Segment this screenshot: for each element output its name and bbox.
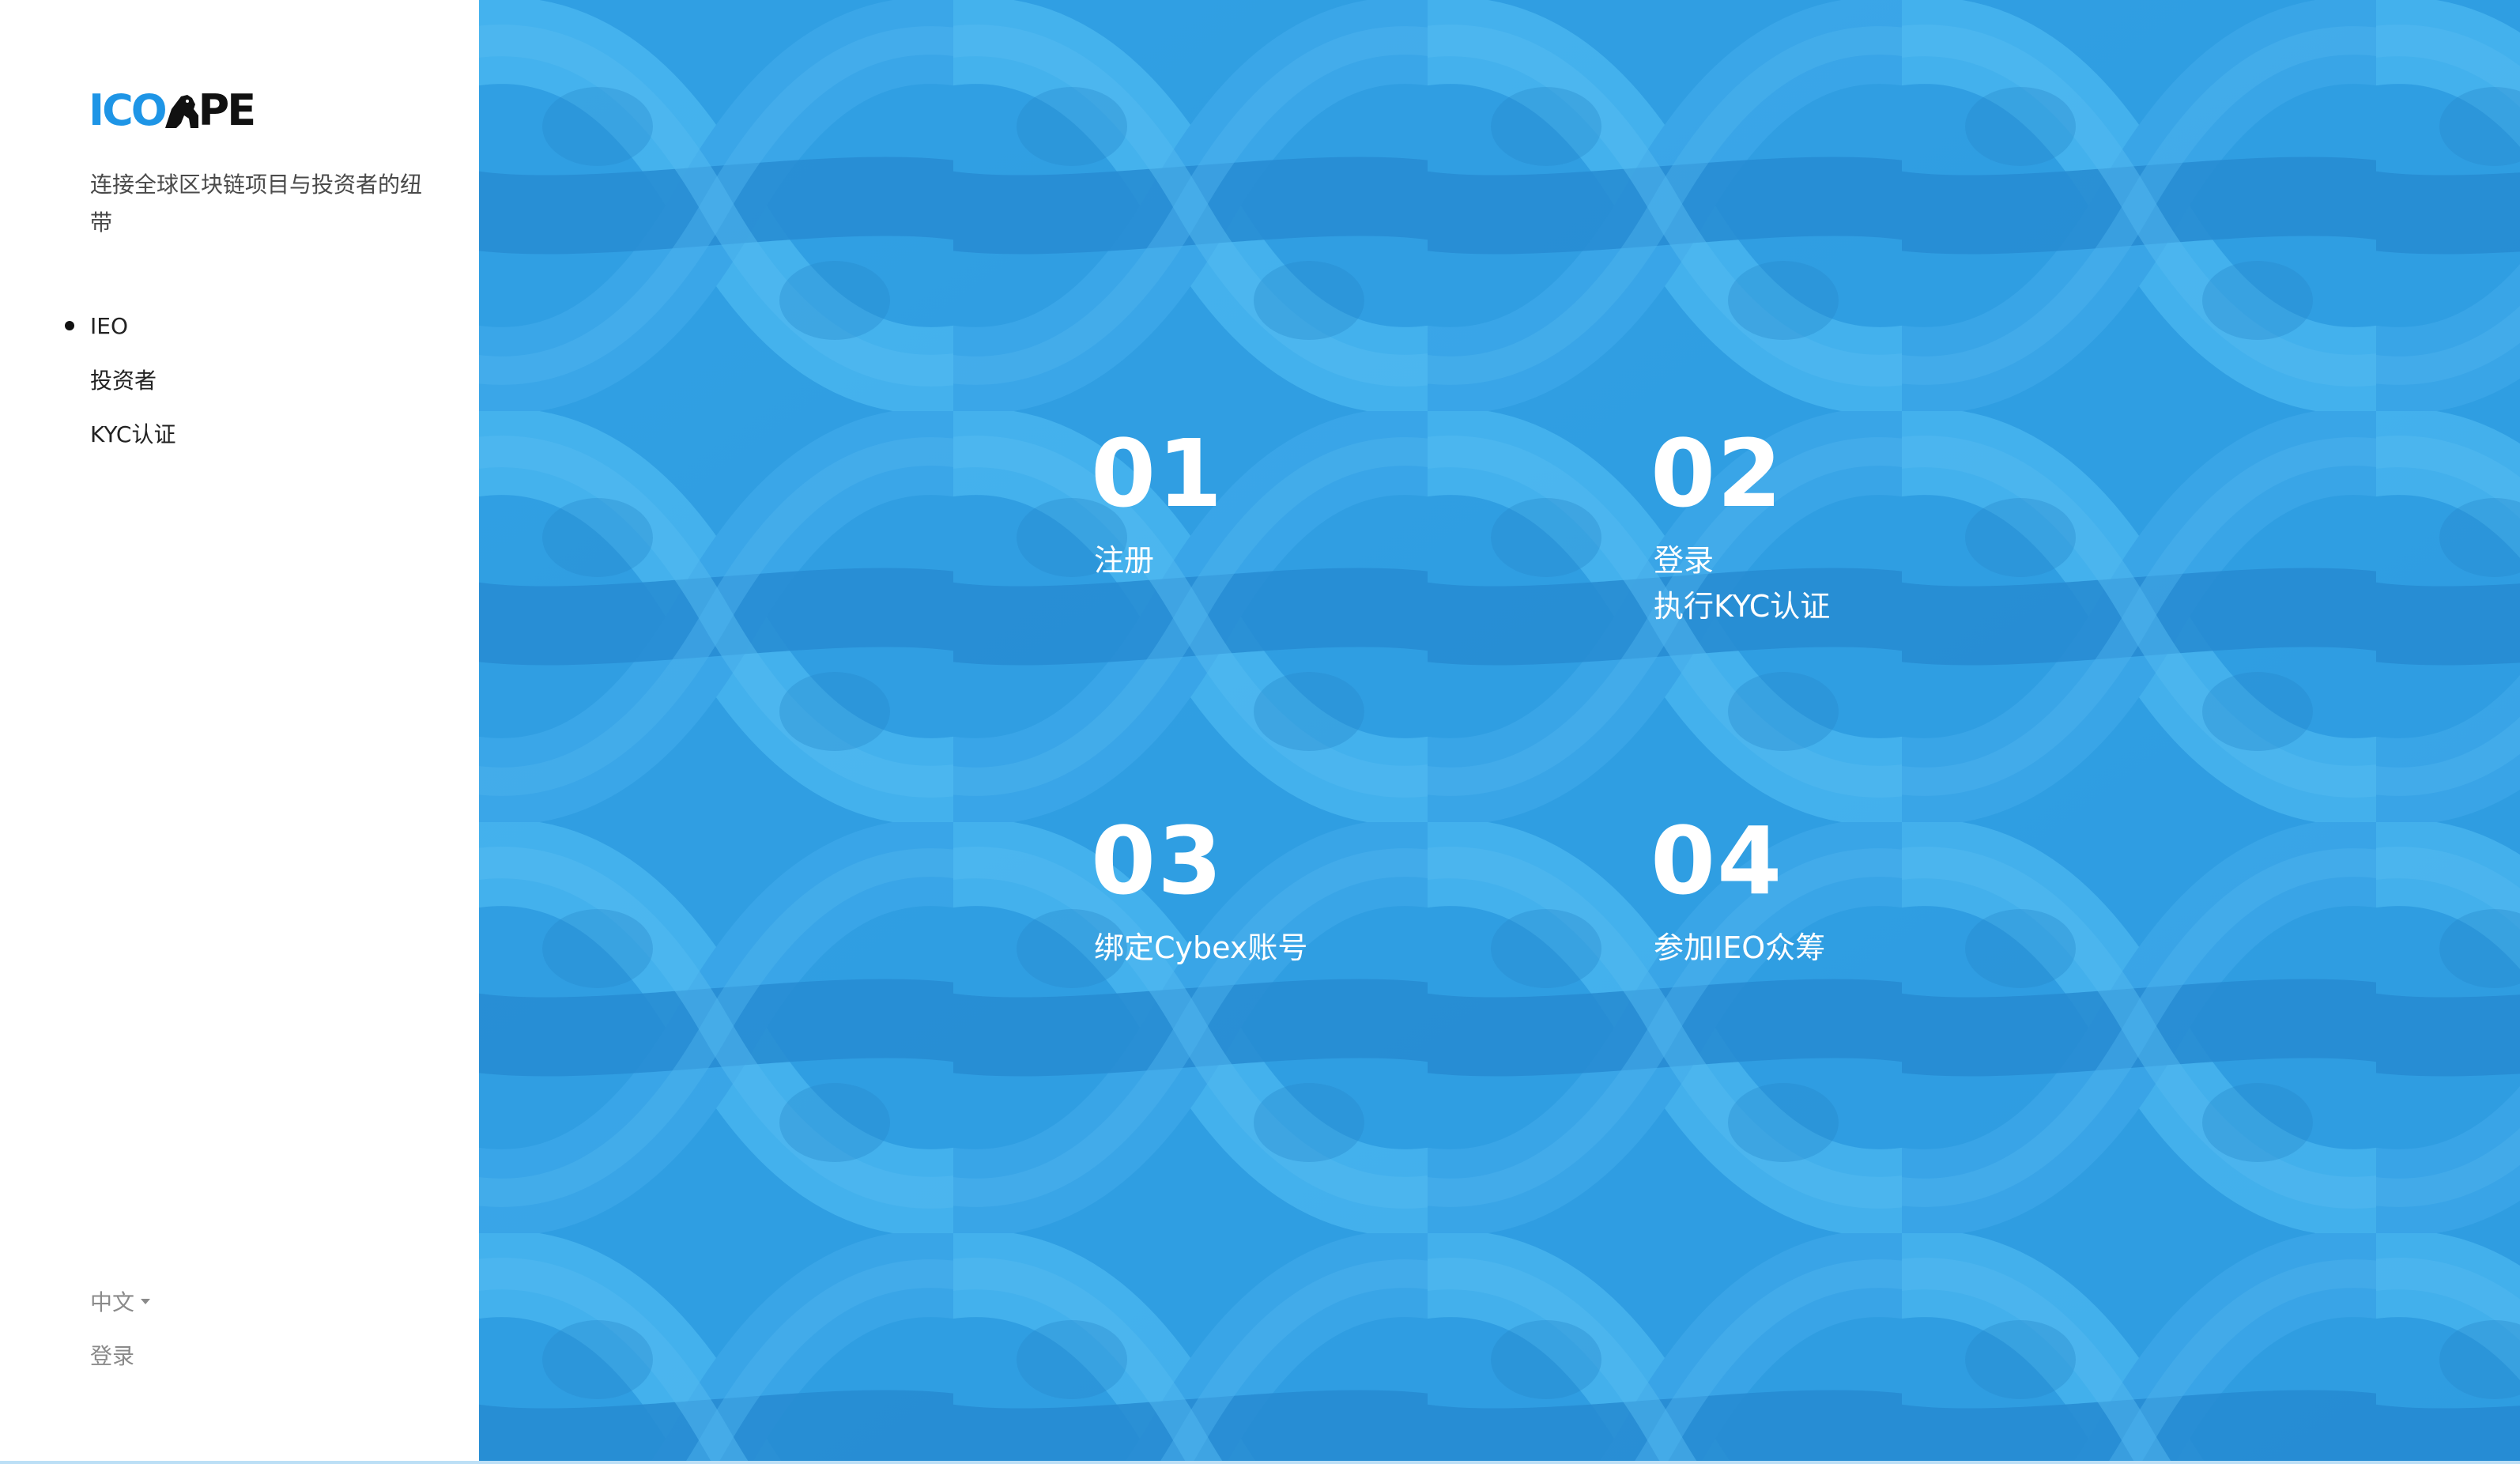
caret-down-icon	[141, 1298, 151, 1304]
step-number: 04	[1650, 806, 1784, 915]
step-2: 02 登录 执行KYC认证	[1650, 427, 1830, 629]
logo-text-pe: PE	[198, 85, 256, 135]
logo[interactable]: ICO PE	[89, 85, 256, 136]
bullet-dot-icon	[65, 321, 74, 330]
step-number: 01	[1091, 419, 1224, 528]
step-label: 登录 执行KYC认证	[1654, 543, 1831, 624]
step-1: 01 注册	[1091, 427, 1224, 583]
sidebar: ICO PE 连接全球区块链项目与投资者的纽带 IEO 投资者 KYC认证 中文	[0, 0, 479, 1464]
step-label: 参加IEO众筹	[1654, 930, 1826, 965]
logo-text-ico: ICO	[89, 85, 168, 135]
language-label: 中文	[90, 1289, 135, 1315]
sidebar-item-kyc[interactable]: KYC认证	[0, 406, 479, 460]
sidebar-item-label: KYC认证	[90, 421, 176, 447]
login-link[interactable]: 登录	[90, 1338, 134, 1372]
tagline: 连接全球区块链项目与投资者的纽带	[90, 172, 423, 236]
step-label: 绑定Cybex账号	[1094, 930, 1308, 965]
sidebar-item-investors[interactable]: 投资者	[0, 353, 479, 406]
sidebar-item-label: 投资者	[90, 368, 157, 394]
sidebar-item-ieo[interactable]: IEO	[0, 299, 479, 353]
step-number: 02	[1650, 419, 1784, 528]
bottom-divider	[0, 1461, 2520, 1464]
woven-pattern-background	[479, 0, 2520, 1461]
step-3: 03 绑定Cybex账号	[1091, 814, 1307, 971]
step-number: 03	[1091, 806, 1224, 915]
step-label: 注册	[1094, 543, 1155, 578]
sidebar-item-label: IEO	[90, 312, 128, 339]
step-4: 04 参加IEO众筹	[1650, 814, 1825, 971]
hero-panel: 01 注册 02 登录 执行KYC认证 03 绑定Cybex账号 04 参加IE…	[479, 0, 2520, 1461]
ape-silhouette-icon	[164, 95, 198, 128]
sidebar-nav: IEO 投资者 KYC认证	[0, 299, 479, 460]
language-selector[interactable]: 中文	[90, 1284, 151, 1319]
app-window: ICO PE 连接全球区块链项目与投资者的纽带 IEO 投资者 KYC认证 中文	[0, 0, 2520, 1464]
